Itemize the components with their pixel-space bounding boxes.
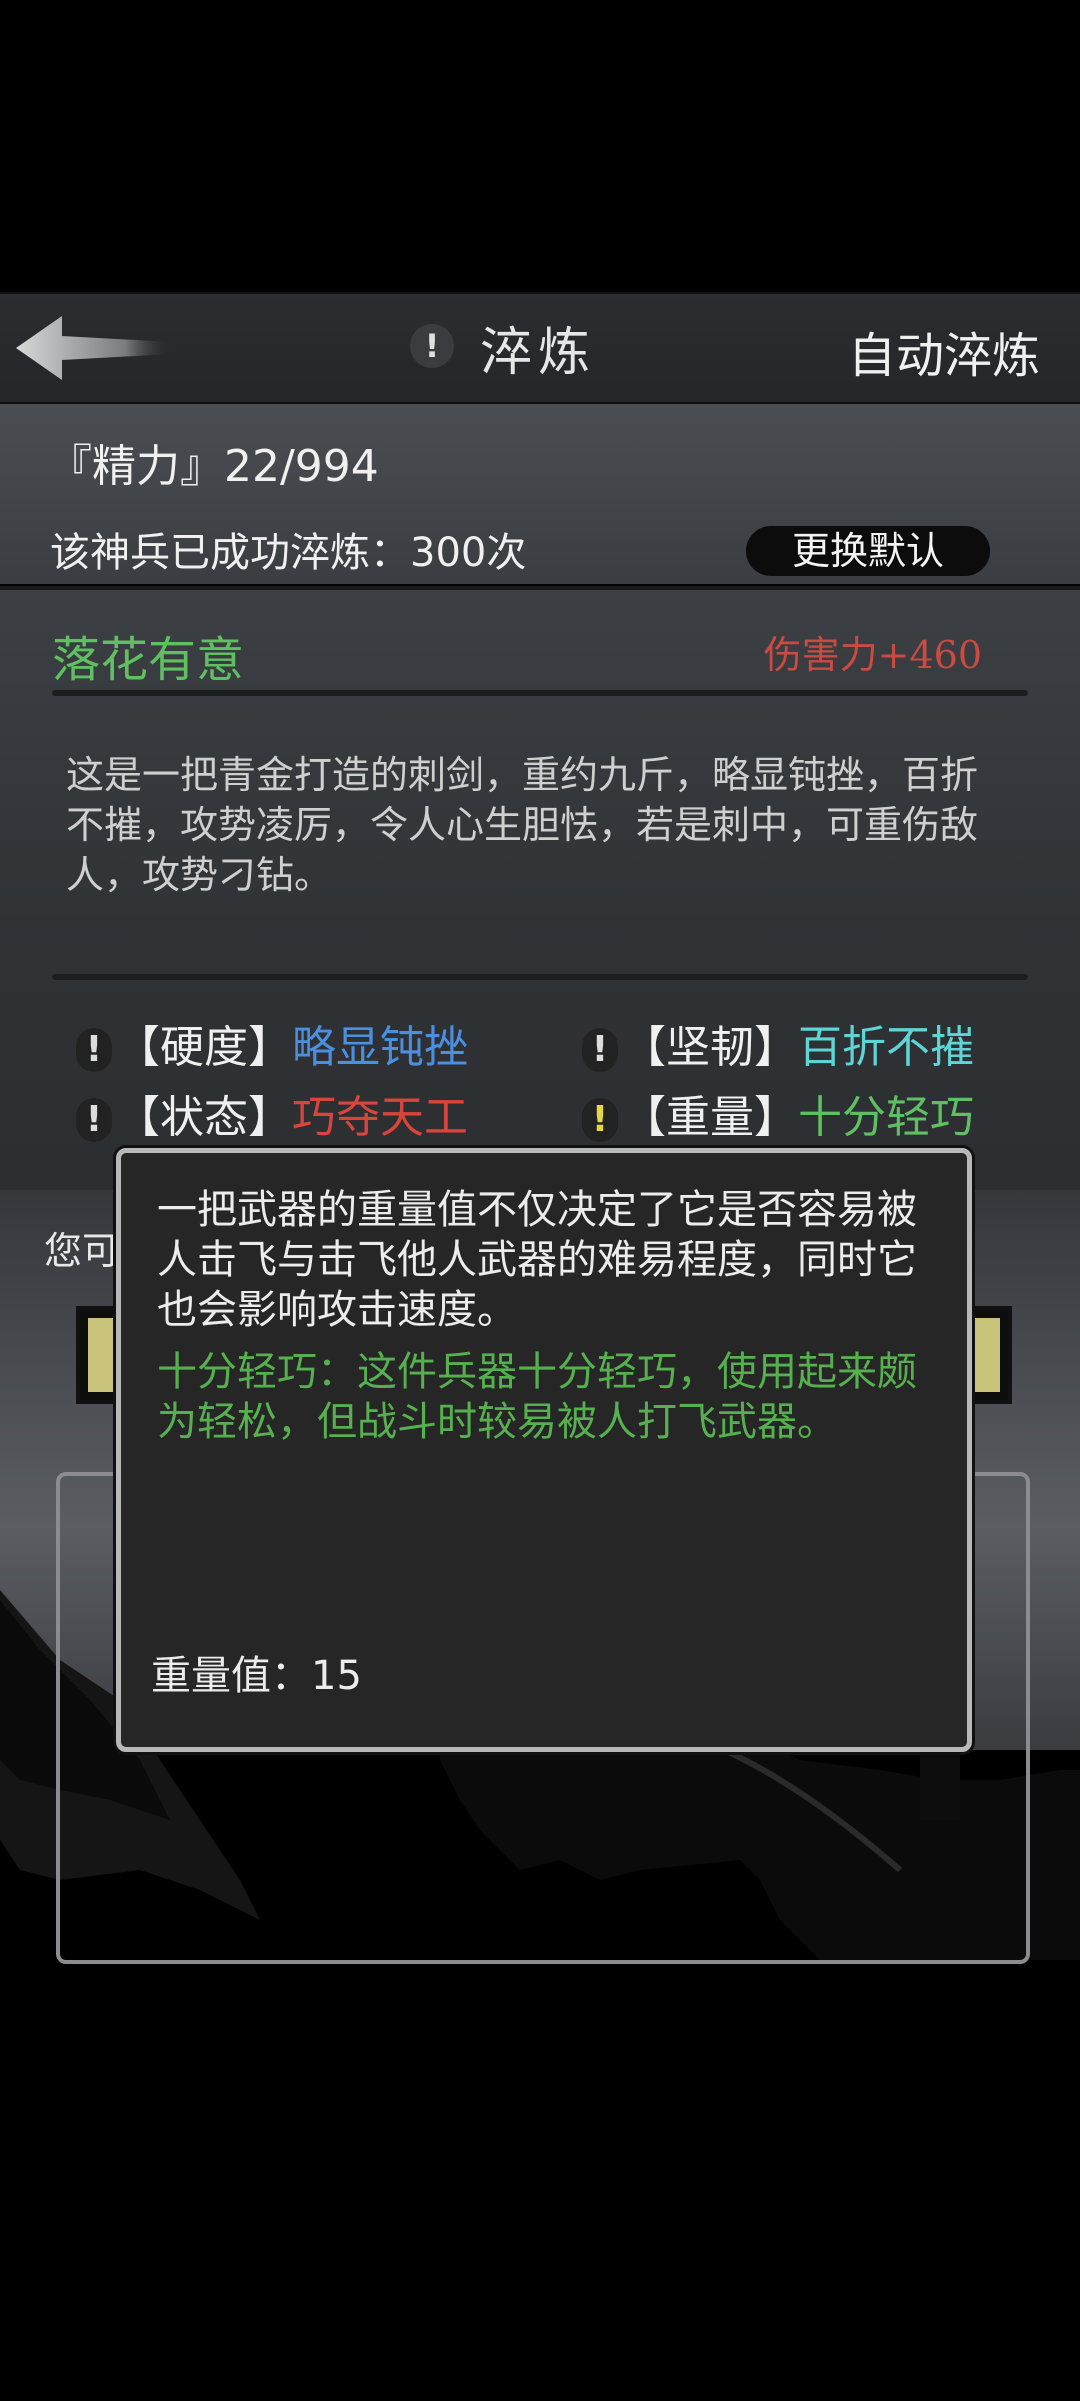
energy-text: 『精力』22/994: [48, 441, 379, 492]
attribute-value: 巧夺天工: [292, 1092, 468, 1143]
info-icon[interactable]: !: [582, 1028, 618, 1072]
attribute-key: 【状态】: [116, 1092, 292, 1143]
refine-count-text: 该神兵已成功淬炼：300次: [50, 530, 527, 576]
weight-tooltip: 一把武器的重量值不仅决定了它是否容易被人击飞与击飞他人武器的难易程度，同时它也会…: [116, 1148, 972, 1752]
back-arrow-icon[interactable]: [14, 312, 174, 384]
divider: [52, 974, 1028, 980]
attribute-hardness[interactable]: ! 【硬度】略显钝挫: [76, 1020, 468, 1076]
auto-refine-button[interactable]: 自动淬炼: [848, 316, 1040, 386]
attribute-key: 【重量】: [622, 1092, 798, 1143]
attribute-toughness[interactable]: ! 【坚韧】百折不摧: [582, 1020, 974, 1076]
info-icon[interactable]: !: [76, 1028, 112, 1072]
weapon-name: 落花有意: [52, 632, 245, 688]
header-bar: ! 淬炼 自动淬炼: [0, 292, 1080, 406]
page-title: 淬炼: [480, 323, 597, 383]
weapon-damage: 伤害力+460: [763, 633, 982, 677]
lower-partial-text: 您可: [44, 1229, 121, 1273]
info-panel: 『精力』22/994 该神兵已成功淬炼：300次 更换默认: [0, 404, 1080, 584]
attribute-value: 略显钝挫: [292, 1022, 468, 1073]
change-default-button[interactable]: 更换默认: [746, 526, 990, 576]
tooltip-weight-value: 重量值：15: [151, 1653, 362, 1699]
divider: [52, 690, 1028, 696]
attribute-state[interactable]: ! 【状态】巧夺天工: [76, 1090, 468, 1146]
weapon-panel: 落花有意 伤害力+460 这是一把青金打造的刺剑，重约九斤，略显钝挫，百折不摧，…: [0, 586, 1080, 1194]
info-icon[interactable]: !: [582, 1098, 618, 1142]
attribute-key: 【坚韧】: [622, 1022, 798, 1073]
tooltip-description: 一把武器的重量值不仅决定了它是否容易被人击飞与击飞他人武器的难易程度，同时它也会…: [157, 1187, 917, 1333]
attribute-weight[interactable]: ! 【重量】十分轻巧: [582, 1090, 974, 1146]
info-icon[interactable]: !: [76, 1098, 112, 1142]
tooltip-detail: 十分轻巧：这件兵器十分轻巧，使用起来颇为轻松，但战斗时较易被人打飞武器。: [157, 1349, 917, 1445]
attribute-key: 【硬度】: [116, 1022, 292, 1073]
weapon-description: 这是一把青金打造的刺剑，重约九斤，略显钝挫，百折不摧，攻势凌厉，令人心生胆怯，若…: [66, 753, 979, 897]
attribute-value: 十分轻巧: [798, 1092, 974, 1143]
attribute-value: 百折不摧: [798, 1022, 974, 1073]
info-icon[interactable]: !: [410, 324, 454, 368]
